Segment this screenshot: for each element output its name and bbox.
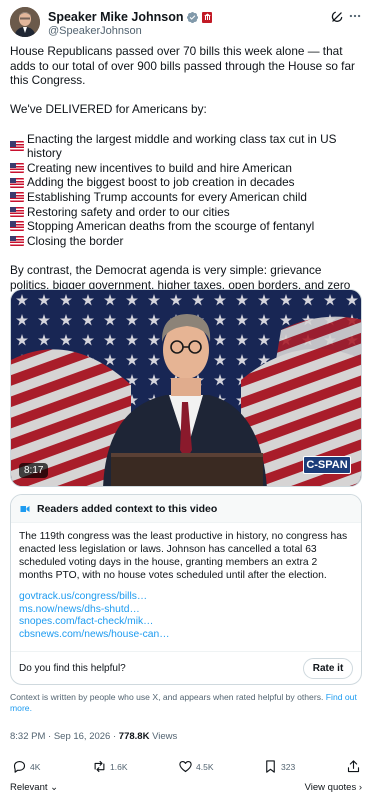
cspan-watermark: C-SPAN bbox=[303, 456, 351, 474]
share-button[interactable] bbox=[346, 759, 364, 774]
info-icon bbox=[20, 505, 30, 512]
views-label: Views bbox=[149, 731, 178, 742]
community-note-title: Readers added context to this video bbox=[37, 502, 218, 515]
community-note: Readers added context to this video The … bbox=[10, 494, 362, 685]
video-player[interactable]: 8:17 C-SPAN bbox=[10, 289, 362, 487]
list-item: Stopping American deaths from the scourg… bbox=[10, 219, 364, 234]
post-intro: House Republicans passed over 70 bills t… bbox=[10, 44, 355, 88]
list-item: Creating new incentives to build and hir… bbox=[10, 161, 364, 176]
grok-icon[interactable] bbox=[330, 10, 344, 24]
source-link[interactable]: cbsnews.com/news/house-can… bbox=[19, 629, 170, 642]
us-flag-icon bbox=[10, 221, 24, 232]
post-text: House Republicans passed over 70 bills t… bbox=[10, 44, 364, 307]
sort-dropdown[interactable]: Relevant ⌄ bbox=[10, 782, 58, 793]
source-link[interactable]: ms.now/news/dhs-shutd… bbox=[19, 604, 170, 617]
context-note-text: Context is written by people who use X, … bbox=[10, 692, 324, 702]
post-header: Speaker Mike Johnson @SpeakerJohnson bbox=[10, 7, 362, 39]
government-badge-icon bbox=[202, 11, 213, 23]
helpful-question: Do you find this helpful? bbox=[19, 663, 126, 674]
author-name[interactable]: Speaker Mike Johnson bbox=[48, 10, 183, 24]
us-flag-icon bbox=[10, 192, 24, 203]
us-flag-icon bbox=[10, 236, 24, 247]
post-meta: 8:32 PM · Sep 16, 2026 · 778.8K Views bbox=[10, 731, 177, 742]
like-icon bbox=[179, 760, 192, 773]
list-item: Closing the border bbox=[10, 234, 364, 249]
helpful-row: Do you find this helpful? Rate it bbox=[11, 651, 361, 684]
share-icon bbox=[347, 760, 360, 773]
community-note-links: govtrack.us/congress/bills… ms.now/news/… bbox=[19, 591, 170, 641]
us-flag-icon bbox=[10, 163, 24, 174]
action-bar: 4K 1.6K 4.5K 323 bbox=[10, 759, 362, 777]
source-link[interactable]: snopes.com/fact-check/mik… bbox=[19, 616, 170, 629]
timestamp[interactable]: 8:32 PM · Sep 16, 2026 · bbox=[10, 731, 119, 742]
avatar[interactable] bbox=[10, 7, 40, 37]
us-flag-icon bbox=[10, 206, 24, 217]
post-delivered-heading: We've DELIVERED for Americans by: bbox=[10, 102, 207, 117]
like-count: 4.5K bbox=[196, 761, 214, 772]
list-item: Establishing Trump accounts for every Am… bbox=[10, 190, 364, 205]
repost-button[interactable]: 1.6K bbox=[92, 759, 128, 774]
list-item: Restoring safety and order to our cities bbox=[10, 205, 364, 220]
list-item: Enacting the largest middle and working … bbox=[10, 132, 364, 161]
rate-it-button[interactable]: Rate it bbox=[303, 658, 353, 679]
author-handle[interactable]: @SpeakerJohnson bbox=[48, 25, 142, 37]
repost-count: 1.6K bbox=[110, 761, 128, 772]
bookmark-count: 323 bbox=[281, 761, 296, 772]
views-count: 778.8K bbox=[118, 731, 150, 742]
context-note: Context is written by people who use X, … bbox=[10, 692, 364, 714]
more-icon[interactable] bbox=[348, 9, 362, 23]
reply-button[interactable]: 4K bbox=[12, 759, 40, 774]
us-flag-icon bbox=[10, 177, 24, 188]
chevron-down-icon: ⌄ bbox=[47, 782, 59, 793]
replies-footer: Relevant ⌄ View quotes › bbox=[10, 782, 362, 796]
bookmark-icon bbox=[266, 760, 275, 773]
verified-icon bbox=[187, 11, 199, 23]
view-quotes-link[interactable]: View quotes › bbox=[305, 782, 362, 793]
video-duration: 8:17 bbox=[19, 463, 49, 478]
reply-count: 4K bbox=[30, 761, 41, 772]
like-button[interactable]: 4.5K bbox=[178, 759, 214, 774]
us-flag-icon bbox=[10, 141, 24, 152]
source-link[interactable]: govtrack.us/congress/bills… bbox=[19, 591, 170, 604]
community-note-body: The 119th congress was the least product… bbox=[19, 531, 348, 581]
repost-icon bbox=[94, 760, 105, 773]
reply-icon bbox=[13, 760, 26, 773]
list-item: Adding the biggest boost to job creation… bbox=[10, 175, 364, 190]
bookmark-button[interactable]: 323 bbox=[263, 759, 295, 774]
community-note-header[interactable]: Readers added context to this video bbox=[11, 495, 361, 523]
